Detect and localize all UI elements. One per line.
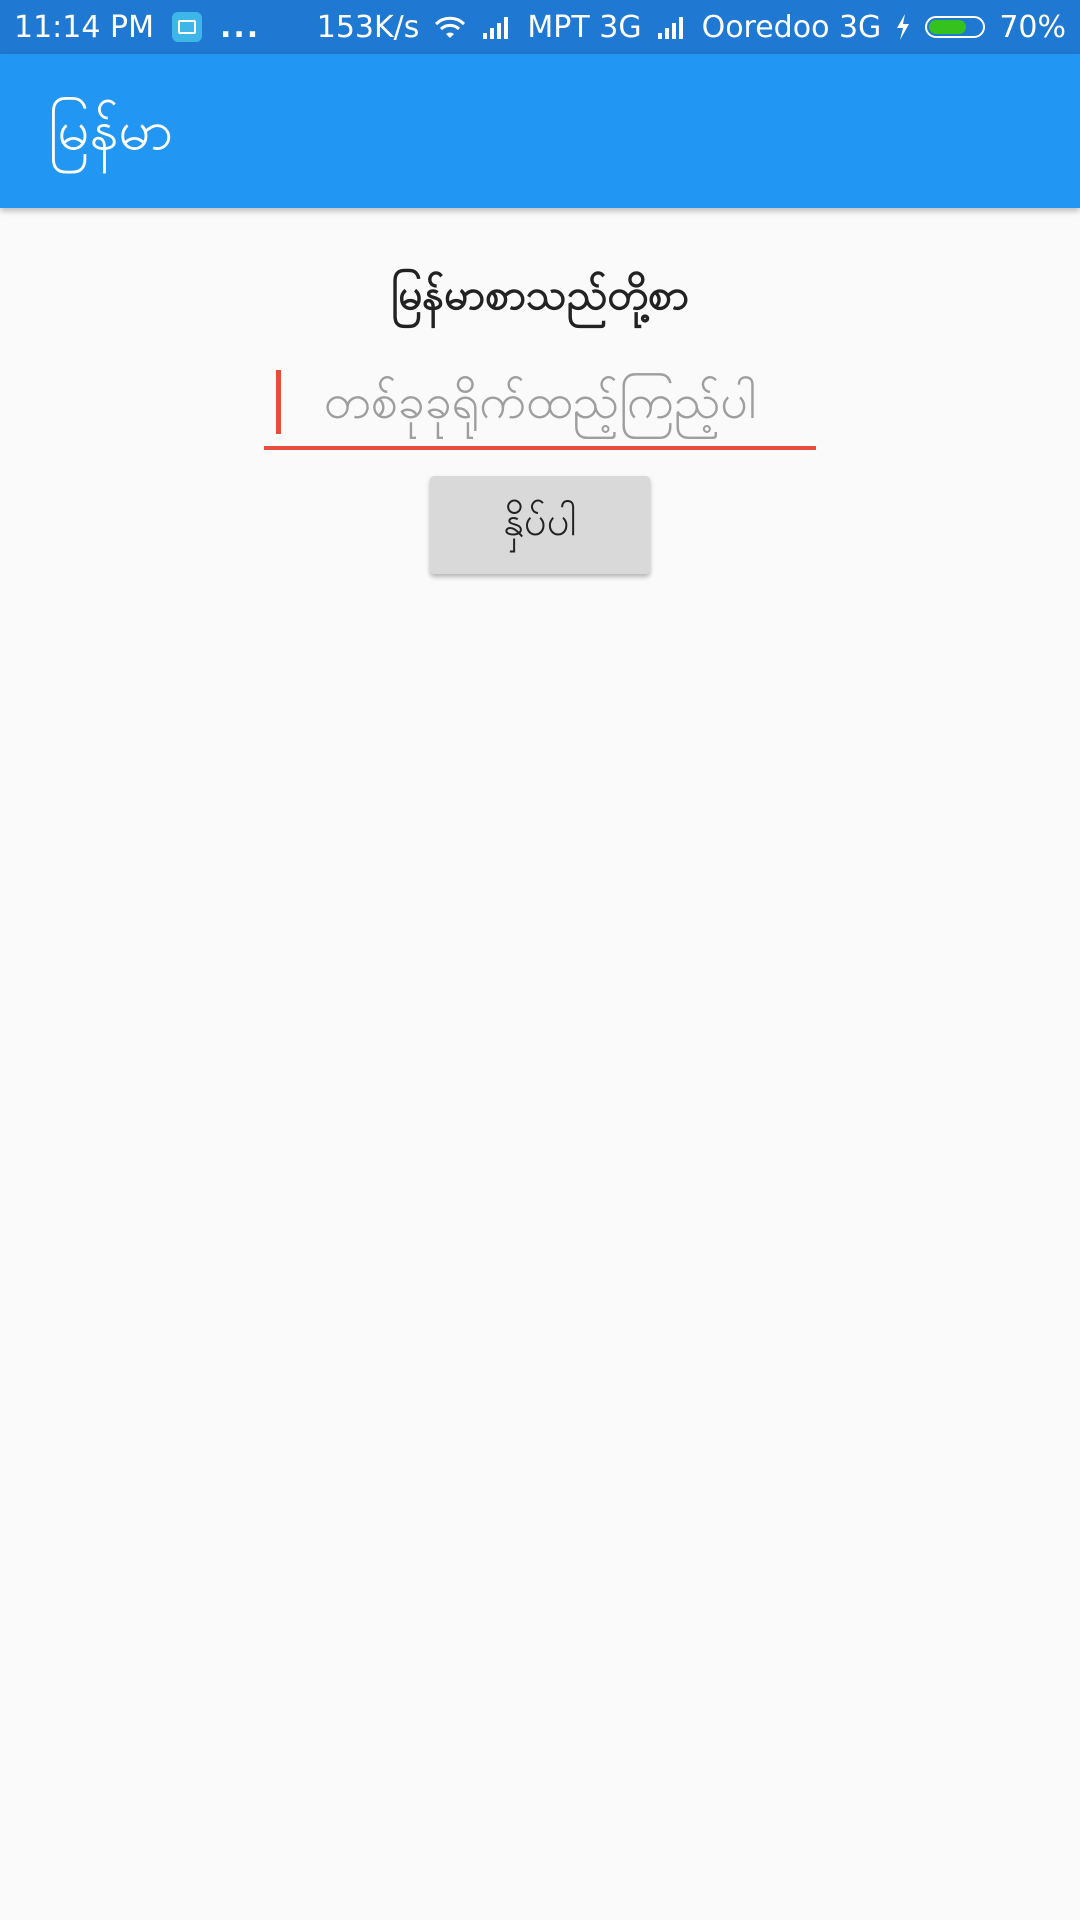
status-right: 153K/s MPT 3G Ooredoo 3G 70% bbox=[317, 10, 1066, 45]
text-input[interactable] bbox=[264, 358, 816, 446]
network-speed: 153K/s bbox=[316, 9, 420, 45]
text-input-container bbox=[264, 358, 816, 450]
status-time: 11:14 PM bbox=[14, 9, 154, 45]
app-title: မြန်မာ bbox=[48, 98, 174, 163]
carrier-sim2: Ooredoo 3G bbox=[701, 9, 882, 45]
app-bar: မြန်မာ bbox=[0, 54, 1080, 208]
battery-fill bbox=[929, 20, 966, 34]
status-left: 11:14 PM ... bbox=[14, 10, 260, 45]
signal-icon-sim2 bbox=[656, 15, 688, 39]
notification-app-icon bbox=[171, 12, 202, 42]
submit-button[interactable]: နှိပ်ပါ bbox=[430, 476, 650, 574]
battery-percent: 70% bbox=[999, 9, 1066, 45]
text-cursor bbox=[276, 370, 281, 434]
main-content: မြန်မာစာသည်တို့စာ နှိပ်ပါ bbox=[0, 208, 1080, 1920]
page-label: မြန်မာစာသည်တို့စာ bbox=[391, 270, 689, 319]
signal-icon-sim1 bbox=[481, 15, 513, 39]
status-bar: 11:14 PM ... 153K/s MPT 3G Ooredoo 3G 70… bbox=[0, 0, 1080, 54]
wifi-icon bbox=[433, 14, 467, 40]
carrier-sim1: MPT 3G bbox=[527, 9, 642, 45]
battery-icon bbox=[925, 16, 986, 38]
charging-icon bbox=[895, 14, 911, 40]
more-notifications-icon: ... bbox=[219, 9, 261, 45]
